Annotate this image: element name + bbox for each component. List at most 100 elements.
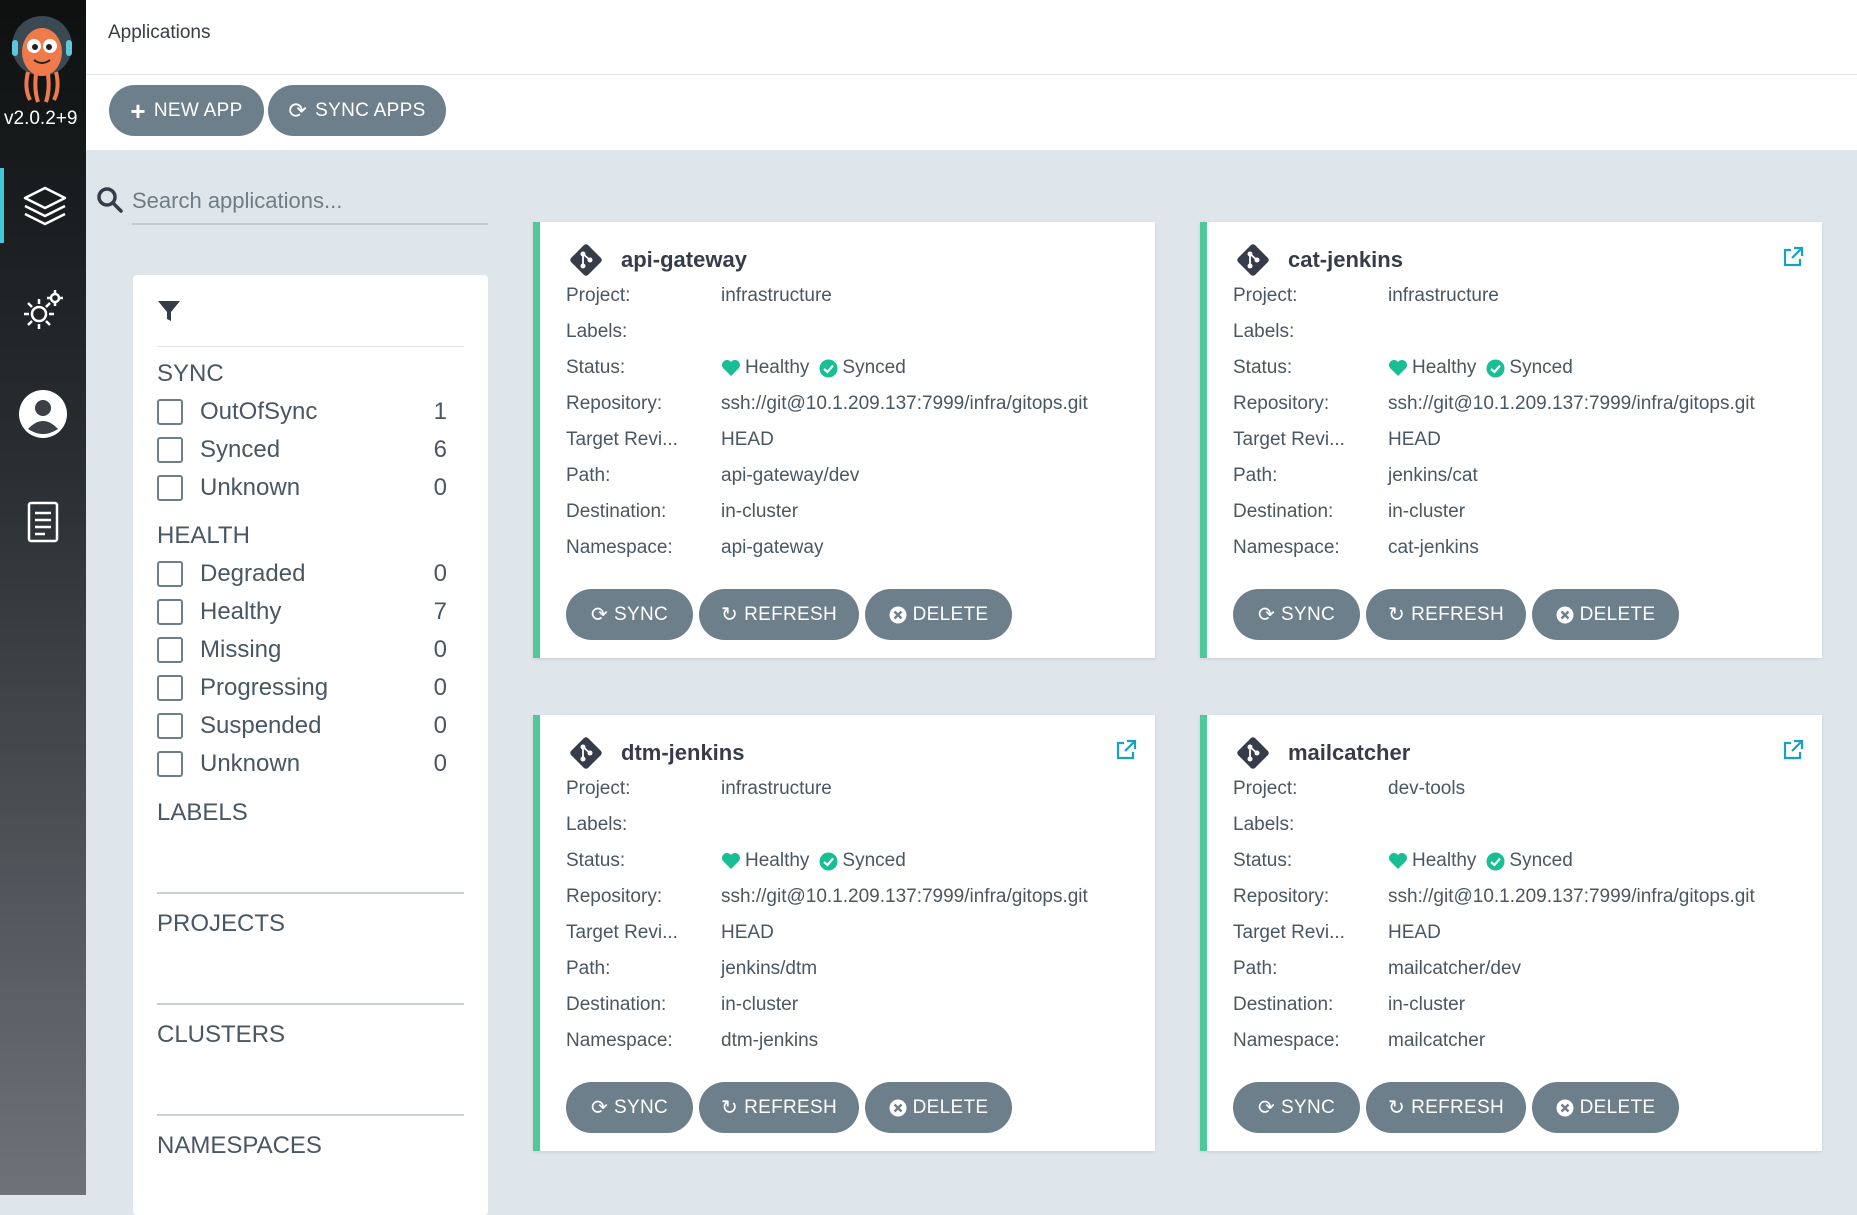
external-link[interactable]: [1115, 739, 1137, 766]
namespaces-heading[interactable]: NAMESPACES: [157, 1132, 322, 1160]
health-status: Healthy: [1412, 850, 1477, 871]
field-value: jenkins/dtm: [721, 958, 818, 979]
version-label: v2.0.2+9: [4, 108, 78, 129]
checkbox[interactable]: [157, 475, 183, 501]
checkbox[interactable]: [157, 561, 183, 587]
nav-applications[interactable]: [0, 168, 86, 243]
field-label: Target Revi...: [566, 922, 678, 943]
field-label: Destination:: [566, 501, 667, 522]
filter-health-degraded[interactable]: Degraded 0: [157, 557, 447, 591]
argo-logo[interactable]: [8, 10, 78, 105]
refresh-icon: ↻: [721, 1097, 739, 1119]
filter-label: Unknown: [200, 750, 301, 777]
app-name[interactable]: mailcatcher: [1288, 740, 1410, 766]
delete-button[interactable]: DELETE: [1532, 589, 1679, 640]
checkbox[interactable]: [157, 713, 183, 739]
checkbox[interactable]: [157, 437, 183, 463]
nav-user[interactable]: [0, 376, 86, 451]
sync-apps-button[interactable]: ⟳ SYNC APPS: [268, 85, 446, 136]
field-label: Destination:: [1233, 994, 1334, 1015]
app-card[interactable]: cat-jenkins Project: infrastructure Labels:…: [1200, 222, 1822, 658]
filter-label: Unknown: [200, 474, 301, 501]
check-circle-icon: [819, 359, 838, 377]
git-icon: [1237, 737, 1269, 769]
filter-health-unknown[interactable]: Unknown 0: [157, 747, 447, 781]
delete-button[interactable]: DELETE: [1532, 1082, 1679, 1133]
app-card[interactable]: dtm-jenkins Project: infrastructure Labels:…: [533, 715, 1155, 1151]
filter-label: Missing: [200, 636, 282, 663]
checkbox[interactable]: [157, 399, 183, 425]
refresh-button[interactable]: ↻ REFRESH: [1366, 1082, 1526, 1133]
clusters-heading[interactable]: CLUSTERS: [157, 1021, 285, 1049]
filter-count: 6: [433, 436, 447, 463]
git-icon: [570, 737, 602, 769]
page-title: Applications: [108, 22, 211, 43]
field-repository: Repository: ssh://git@10.1.209.137:7999/i…: [566, 882, 1088, 912]
heart-icon: [722, 360, 740, 376]
git-icon: [570, 244, 602, 276]
checkbox[interactable]: [157, 599, 183, 625]
sync-button[interactable]: ⟳ SYNC: [566, 589, 693, 640]
field-label: Labels:: [1233, 321, 1295, 342]
delete-button[interactable]: DELETE: [865, 589, 1012, 640]
filter-count: 0: [433, 636, 447, 663]
new-app-button[interactable]: + NEW APP: [109, 85, 264, 136]
user-icon: [19, 389, 67, 438]
filter-health-healthy[interactable]: Healthy 7: [157, 595, 447, 629]
refresh-button[interactable]: ↻ REFRESH: [699, 1082, 859, 1133]
checkbox[interactable]: [157, 751, 183, 777]
refresh-button[interactable]: ↻ REFRESH: [1366, 589, 1526, 640]
external-link[interactable]: [1782, 739, 1804, 766]
status-value: Healthy Synced: [721, 850, 906, 872]
plus-icon: +: [130, 95, 146, 126]
card-actions: ⟳ SYNC ↻ REFRESH DELETE: [566, 589, 1012, 640]
field-value: infrastructure: [1388, 285, 1499, 306]
field-label: Repository:: [566, 886, 663, 907]
checkbox[interactable]: [157, 675, 183, 701]
sync-heading: SYNC: [157, 360, 224, 387]
sync-button[interactable]: ⟳ SYNC: [566, 1082, 693, 1133]
filter-health-suspended[interactable]: Suspended 0: [157, 709, 447, 743]
app-name[interactable]: api-gateway: [621, 247, 747, 273]
labels-heading[interactable]: LABELS: [157, 799, 248, 827]
field-status: Status: Healthy Synced: [566, 353, 906, 383]
field-label: Path:: [566, 465, 611, 486]
field-value: HEAD: [721, 922, 774, 943]
field-label: Labels:: [566, 321, 628, 342]
app-name[interactable]: cat-jenkins: [1288, 247, 1403, 273]
sync-status: Synced: [1509, 850, 1573, 871]
field-project: Project: infrastructure: [566, 774, 832, 804]
refresh-button[interactable]: ↻ REFRESH: [699, 589, 859, 640]
filter-sync-synced[interactable]: Synced 6: [157, 433, 447, 467]
search-input[interactable]: [132, 178, 488, 225]
nav-settings[interactable]: [0, 272, 86, 347]
checkbox[interactable]: [157, 637, 183, 663]
gears-icon: [24, 289, 63, 329]
filter-sync-unknown[interactable]: Unknown 0: [157, 471, 447, 505]
app-card[interactable]: mailcatcher Project: dev-tools Labels: Statu…: [1200, 715, 1822, 1151]
sync-button[interactable]: ⟳ SYNC: [1233, 589, 1360, 640]
sync-button[interactable]: ⟳ SYNC: [1233, 1082, 1360, 1133]
sync-label: SYNC: [1281, 1096, 1336, 1118]
filter-count: 0: [433, 560, 447, 587]
field-label: Path:: [1233, 465, 1278, 486]
health-status: Healthy: [1412, 357, 1477, 378]
filter-count: 0: [433, 712, 447, 739]
field-value: ssh://git@10.1.209.137:7999/infra/gitops…: [1388, 886, 1755, 907]
delete-button[interactable]: DELETE: [865, 1082, 1012, 1133]
filter-health-missing[interactable]: Missing 0: [157, 633, 447, 667]
field-path: Path: jenkins/dtm: [566, 954, 817, 984]
sync-icon: ⟳: [590, 604, 609, 626]
projects-heading[interactable]: PROJECTS: [157, 910, 285, 938]
external-link[interactable]: [1782, 246, 1804, 273]
field-label: Labels:: [566, 814, 628, 835]
nav-docs[interactable]: [0, 485, 86, 560]
app-card[interactable]: api-gateway Project: infrastructure Labels:…: [533, 222, 1155, 658]
filter-health-progressing[interactable]: Progressing 0: [157, 671, 447, 705]
field-value: ssh://git@10.1.209.137:7999/infra/gitops…: [1388, 393, 1755, 414]
field-label: Destination:: [1233, 501, 1334, 522]
field-target: Target Revi... HEAD: [566, 918, 774, 948]
filter-sync-outofsync[interactable]: OutOfSync 1: [157, 395, 447, 429]
filter-label: Suspended: [200, 712, 322, 739]
app-name[interactable]: dtm-jenkins: [621, 740, 744, 766]
